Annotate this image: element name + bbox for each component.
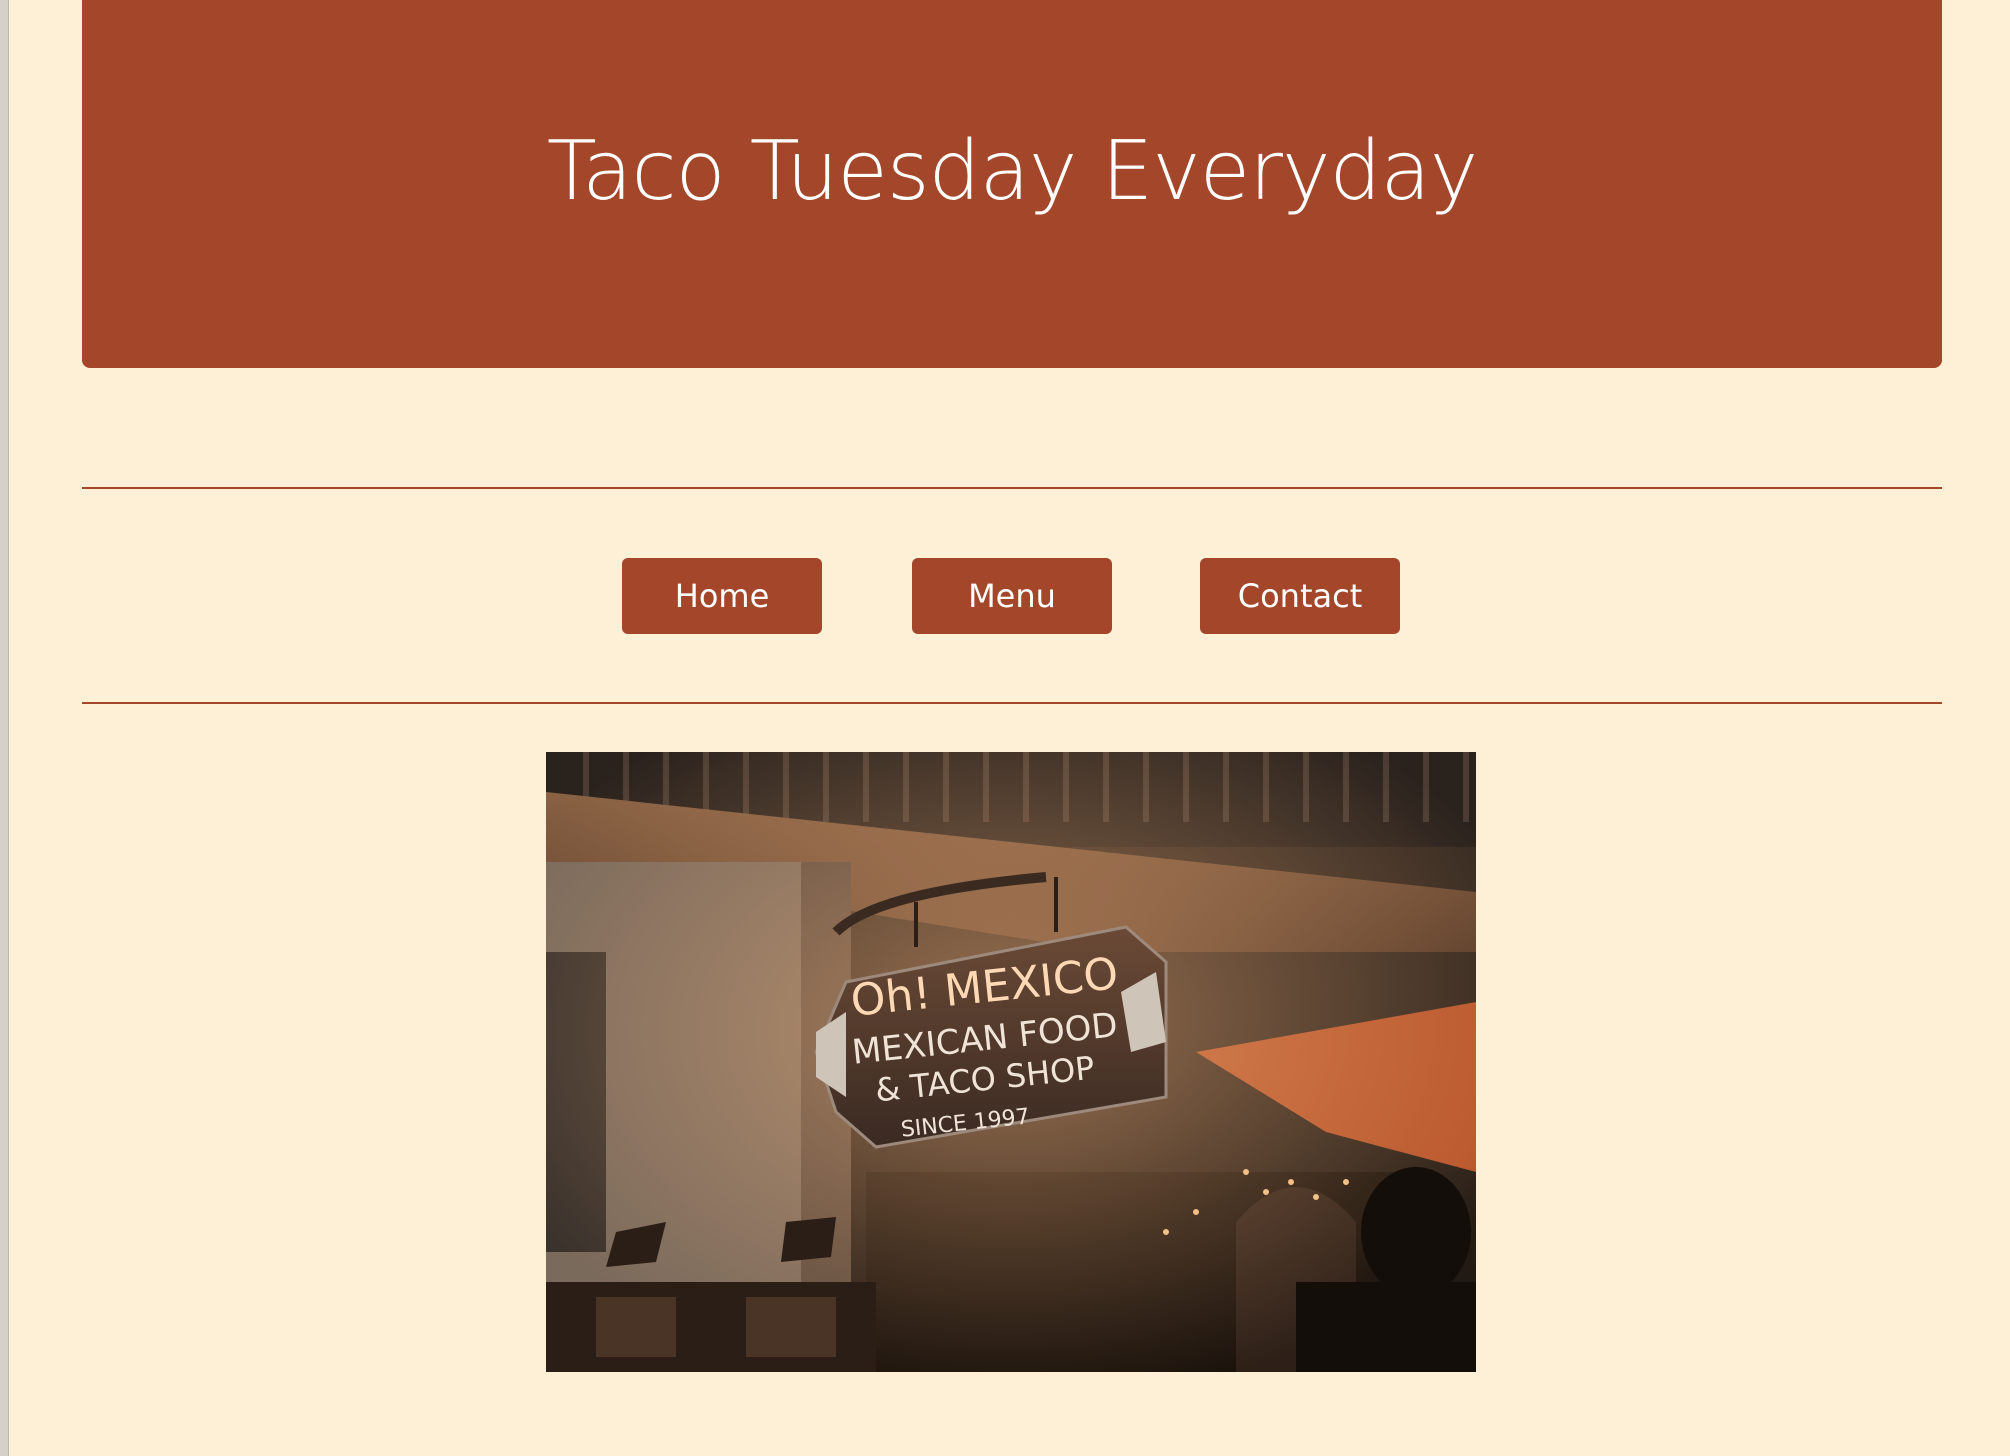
site-header: Taco Tuesday Everyday: [82, 0, 1942, 368]
hero-photo: Oh! MEXICO MEXICAN FOOD & TACO SHOP SINC…: [546, 752, 1476, 1372]
menu-button[interactable]: Menu: [912, 558, 1112, 634]
nav-bottom-divider: [82, 702, 1942, 704]
page: Taco Tuesday Everyday Home Menu Contact: [82, 0, 1942, 1456]
nav-top-divider: [82, 487, 1942, 489]
contact-button[interactable]: Contact: [1200, 558, 1400, 634]
main-nav: Home Menu Contact: [82, 558, 1942, 634]
window-left-edge: [0, 0, 9, 1456]
site-title: Taco Tuesday Everyday: [546, 124, 1479, 219]
home-button[interactable]: Home: [622, 558, 822, 634]
